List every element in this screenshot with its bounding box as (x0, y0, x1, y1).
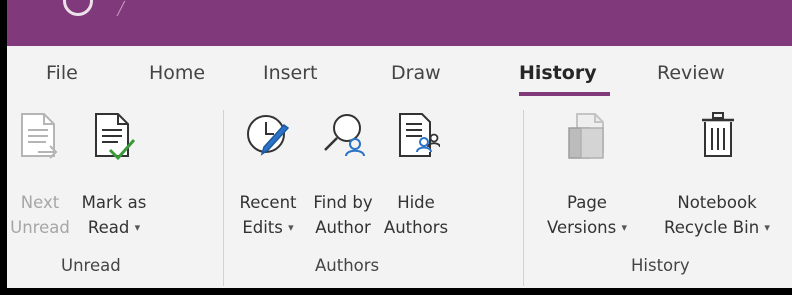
next-unread-button[interactable]: Next Unread (10, 110, 70, 240)
tab-home[interactable]: Home (149, 62, 205, 84)
page-person-icon (392, 110, 441, 162)
quick-access-icon[interactable]: ╱ (117, 2, 131, 17)
tab-review[interactable]: Review (657, 62, 725, 84)
group-divider (223, 110, 224, 286)
tab-draw[interactable]: Draw (391, 62, 441, 84)
next-unread-line1: Next (20, 193, 60, 212)
page-versions-line2: Versions (546, 218, 617, 237)
trash-can-icon (693, 110, 741, 162)
mark-as-read-line1: Mark as (81, 193, 147, 212)
magnifier-person-icon (319, 110, 367, 162)
recent-edits-button[interactable]: Recent Edits ▾ (228, 110, 308, 240)
next-unread-line2: Unread (10, 218, 70, 237)
chevron-down-icon[interactable]: ▾ (764, 221, 770, 234)
chevron-down-icon[interactable]: ▾ (288, 221, 294, 234)
group-label-authors: Authors (315, 256, 380, 275)
tab-insert[interactable]: Insert (263, 62, 318, 84)
recent-edits-line1: Recent (239, 193, 297, 212)
find-by-author-line1: Find by (313, 193, 373, 212)
active-tab-indicator (519, 92, 610, 96)
recycle-bin-line2: Recycle Bin (664, 218, 760, 237)
onenote-window: ╱ File Home Insert Draw History Review N… (7, 0, 792, 288)
clock-pencil-icon (244, 110, 292, 162)
page-versions-line1: Page (567, 193, 607, 212)
group-label-history: History (631, 256, 690, 275)
hide-authors-line2: Authors (383, 218, 449, 237)
group-label-unread: Unread (61, 256, 121, 275)
page-versions-icon (563, 110, 611, 162)
page-checkmark-icon (90, 110, 138, 162)
recent-edits-line2: Edits (242, 218, 283, 237)
recycle-bin-line1: Notebook (677, 193, 757, 212)
back-button[interactable] (63, 0, 93, 16)
next-unread-page-icon (16, 110, 64, 162)
title-bar: ╱ (7, 0, 792, 46)
tab-history[interactable]: History (519, 62, 597, 84)
page-versions-button[interactable]: Page Versions ▾ (532, 110, 642, 240)
ribbon-tabs: File Home Insert Draw History Review (7, 46, 792, 104)
tab-file[interactable]: File (46, 62, 78, 84)
chevron-down-icon[interactable]: ▾ (622, 221, 628, 234)
find-by-author-button[interactable]: Find by Author (308, 110, 378, 240)
mark-as-read-button[interactable]: Mark as Read ▾ (74, 110, 154, 240)
chevron-down-icon[interactable]: ▾ (135, 221, 141, 234)
ribbon-panel: Next Unread Mark as Read ▾ Unread Recent… (7, 104, 792, 288)
notebook-recycle-bin-button[interactable]: Notebook Recycle Bin ▾ (642, 110, 792, 240)
hide-authors-line1: Hide (397, 193, 435, 212)
find-by-author-line2: Author (315, 218, 371, 237)
group-divider (523, 110, 524, 286)
mark-as-read-line2: Read (87, 218, 130, 237)
hide-authors-button[interactable]: Hide Authors (378, 110, 454, 240)
